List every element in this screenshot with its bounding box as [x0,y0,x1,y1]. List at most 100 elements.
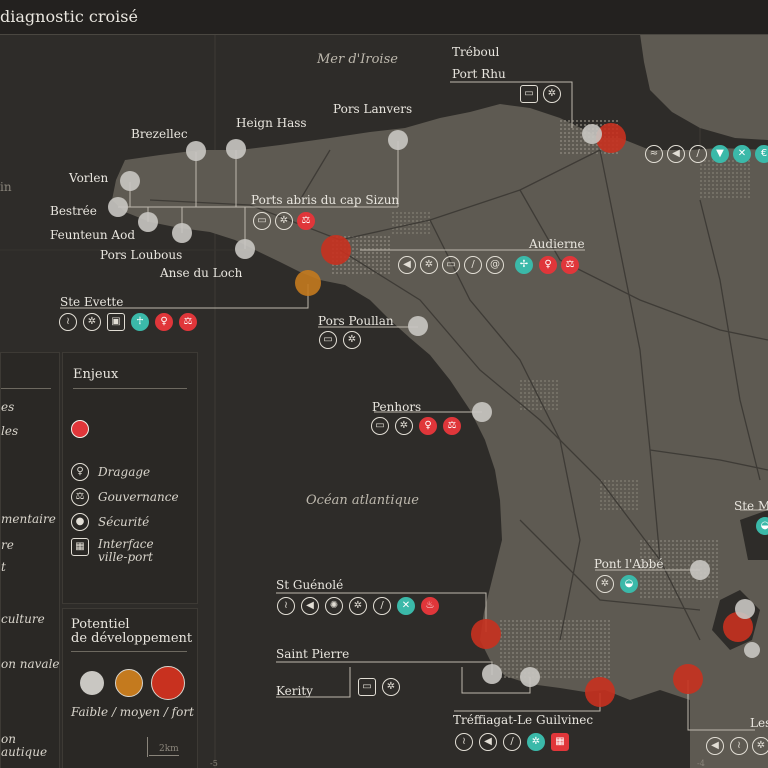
boat-icon: ◒ [756,517,768,535]
helm-icon: ✲ [349,597,367,615]
helm-icon: ✲ [275,212,293,230]
port-label-ports-abris[interactable]: Ports abris du cap Sizun [251,193,399,207]
coord-label: -4 [697,759,705,768]
urban-guilvinec [500,620,610,680]
port-label-brezellec[interactable]: Brezellec [131,127,188,141]
port-circle-saint-pierre [482,664,502,684]
wheel-icon: ✺ [325,597,343,615]
wrench-icon: / [373,597,391,615]
port-circle-pors-loubous [172,223,192,243]
legend-heading-enjeux: Enjeux [73,367,119,382]
sea-label-iroise: Mer d'Iroise [317,52,398,67]
luggage-icon: ▣ [107,313,125,331]
port-circle-pors-lanvers [388,130,408,150]
port-label-audierne[interactable]: Audierne [529,237,585,251]
sea-label-atlantique: Océan atlantique [306,493,419,508]
seaweed-icon: ≀ [455,733,473,751]
helm-icon: ✲ [596,575,614,593]
port-circle-brezellec [186,141,206,161]
fish-icon: ◀ [398,256,416,274]
scale-label: 2km [159,744,179,754]
port-circle-pont-labbe [690,560,710,580]
bed-icon: ▭ [442,256,460,274]
bed-icon: ▭ [253,212,271,230]
port-label-penhors[interactable]: Penhors [372,400,421,414]
windmill-icon: ✢ [515,256,533,274]
helm-icon: ✲ [420,256,438,274]
margin-label: in [0,180,12,194]
tools-icon: ✕ [397,597,415,615]
potentiel-low-marker [80,671,104,695]
bed-icon: ▭ [371,417,389,435]
legend-panel-potentiel: Potentiel de développement Faible / moye… [62,608,198,768]
port-label-ste-evette[interactable]: Ste Evette [60,295,123,309]
helm-icon: ✲ [527,733,545,751]
helm-icon: ✲ [343,331,361,349]
legend-enjeux-label: Gouvernance [98,490,179,504]
port-circle-anse-du-loch [235,239,255,259]
fish-icon: ◀ [706,737,724,755]
port-label-kerity[interactable]: Kerity [276,684,313,698]
port-label-feunteun-aod[interactable]: Feunteun Aod [50,228,135,242]
legend-item-label: culture [1,612,45,626]
seaweed-icon: ≀ [59,313,77,331]
legend-enjeux-label: Sécurité [98,515,150,529]
urban-village [520,380,560,410]
dredge-icon: ♀ [419,417,437,435]
port-circle-ste-evette [295,270,321,296]
scales-icon: ⚖ [71,488,89,506]
seaweed-icon: ≀ [730,737,748,755]
legend-panel-enjeux: Enjeux ♀ Dragage ⚖ Gouvernance ● Sécurit… [62,352,198,604]
port-label-treffiagat[interactable]: Tréffiagat-Le Guilvinec [453,713,593,727]
port-label-saint-pierre[interactable]: Saint Pierre [276,647,349,661]
port-label-pors-lanvers[interactable]: Pors Lanvers [333,102,412,116]
port-label-st-guenole[interactable]: St Guénolé [276,578,343,592]
port-label-port-rhu[interactable]: Port Rhu [452,67,506,81]
port-label-pors-loubous[interactable]: Pors Loubous [100,248,182,262]
port-label-pont-labbe[interactable]: Pont l'Abbé [594,557,663,571]
dredge-icon: ♀ [155,313,173,331]
seaweed-icon: ≀ [277,597,295,615]
enjeux-red-marker [71,420,89,438]
bed-icon: ▭ [520,85,538,103]
port-circle-audierne [321,235,351,265]
legend-item-label: t [1,560,6,574]
port-circle-penhors [472,402,492,422]
divider [1,388,51,389]
divider [73,388,187,389]
wrench-icon: / [464,256,482,274]
port-label-treboul[interactable]: Tréboul [452,45,499,59]
port-label-pors-poullan[interactable]: Pors Poullan [318,314,394,328]
legend-item-label: on navale [1,657,60,671]
tools-icon: ✕ [733,145,751,163]
port-circle-heign-hass [226,139,246,159]
dredge-icon: ♀ [71,463,89,481]
port-label-bestree[interactable]: Bestrée [50,204,97,218]
port-circle-kerity [520,667,540,687]
wrench-icon: / [503,733,521,751]
flame-icon: ♨ [421,597,439,615]
bed-icon: ▭ [358,678,376,696]
legend-heading-potentiel: Potentiel [71,617,130,632]
fish-icon: ◀ [301,597,319,615]
scales-icon: ⚖ [443,417,461,435]
port-label-anse-du-loch[interactable]: Anse du Loch [160,266,242,280]
port-circle-st-guenole [471,619,501,649]
port-circle-port-rhu-low [582,124,602,144]
port-circle-bestree [108,197,128,217]
building-icon: ▦ [551,733,569,751]
port-label-les[interactable]: Les [750,716,768,730]
legend-panel-activities: es les mentaire re t culture on navale o… [0,352,60,768]
helm-icon: ✲ [752,737,768,755]
port-label-heign-hass[interactable]: Heign Hass [236,116,307,130]
legend-item-label: es [1,400,15,414]
port-circle-feunteun-aod [138,212,158,232]
port-label-ste-ma[interactable]: Ste Ma [734,499,768,513]
port-circle-vorlen [120,171,140,191]
scales-icon: ⚖ [179,313,197,331]
port-label-vorlen[interactable]: Vorlen [69,171,108,185]
potentiel-medium-marker [115,669,143,697]
fish-icon: ◀ [667,145,685,163]
wrench-icon: / [689,145,707,163]
port-circle-pors-poullan [408,316,428,336]
